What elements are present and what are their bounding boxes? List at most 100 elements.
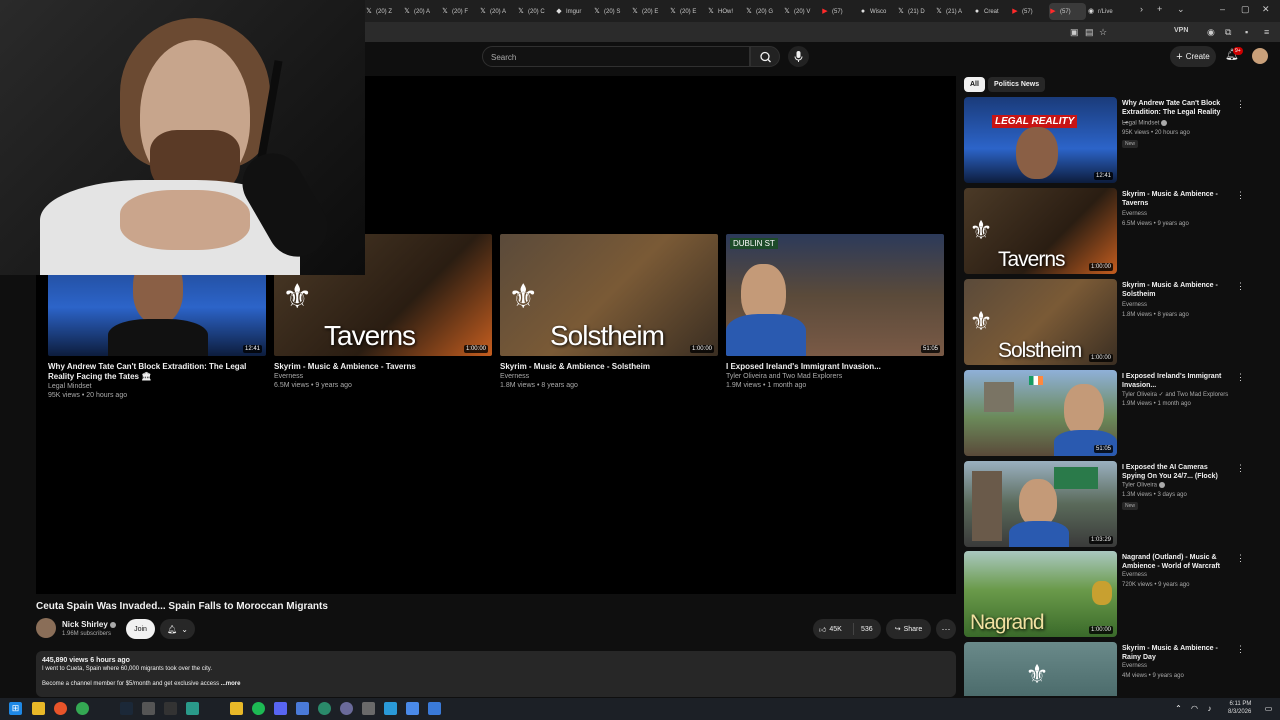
recommendation-title[interactable]: Nagrand (Outland) - Music & Ambience - W… — [1122, 553, 1227, 571]
end-card-title[interactable]: Skyrim - Music & Ambience - Solstheim — [500, 362, 650, 372]
recommendation-title[interactable]: I Exposed the AI Cameras Spying On You 2… — [1122, 463, 1227, 481]
notepad-icon[interactable] — [296, 702, 309, 715]
browser-tab[interactable]: 𝕏 (20) S — [593, 3, 630, 20]
app-icon[interactable] — [428, 702, 441, 715]
browser-tab[interactable]: 𝕏 HOw! — [707, 3, 744, 20]
chrome-icon[interactable] — [76, 702, 89, 715]
join-button[interactable]: Join — [126, 619, 155, 639]
spotify-icon[interactable] — [252, 702, 265, 715]
subscription-notify-button[interactable]: 🔔︎ ⌄ — [160, 619, 195, 639]
wallet-icon[interactable]: ◉ — [1207, 27, 1215, 38]
profile-icon[interactable]: ▪ — [1245, 27, 1248, 37]
edge-icon[interactable] — [318, 702, 331, 715]
browser-tab[interactable]: 𝕏 (20) V — [783, 3, 820, 20]
browser-tab[interactable]: 𝕏 (20) E — [631, 3, 668, 20]
recommendation-item[interactable]: ⚜ Skyrim - Music & Ambience - Rainy Day … — [964, 642, 1274, 696]
browser-icon[interactable] — [54, 702, 67, 715]
recommendation-thumbnail[interactable]: Nagrand 1:00:00 — [964, 551, 1117, 637]
tray-chevron-icon[interactable]: ⌃ — [1172, 702, 1185, 715]
recommendation-item[interactable]: Nagrand 1:00:00 Nagrand (Outland) - Musi… — [964, 551, 1274, 639]
more-options-icon[interactable]: ⋮ — [1236, 463, 1245, 474]
recommendation-item[interactable]: ⚜ Solstheim 1:00:00 Skyrim - Music & Amb… — [964, 279, 1274, 367]
app-icon[interactable] — [186, 702, 199, 715]
app-icon[interactable] — [406, 702, 419, 715]
notification-center-icon[interactable]: ▭ — [1262, 702, 1275, 715]
obs-icon[interactable] — [164, 702, 177, 715]
app-icon[interactable] — [362, 702, 375, 715]
more-options-icon[interactable]: ⋮ — [1236, 644, 1245, 655]
more-options-icon[interactable]: ⋮ — [1236, 281, 1245, 292]
end-card-title[interactable]: Why Andrew Tate Can't Block Extradition:… — [48, 362, 268, 382]
recommendation-thumbnail[interactable]: 1:03:29 — [964, 461, 1117, 547]
extensions-puzzle-icon[interactable]: ⧉ — [1225, 27, 1231, 38]
maximize-icon[interactable]: ▢ — [1241, 4, 1250, 15]
browser-tab[interactable]: ▶ (57) — [1049, 3, 1086, 20]
bookmark-star-icon[interactable]: ☆ — [1099, 27, 1107, 38]
more-actions-button[interactable]: ⋯ — [936, 619, 956, 639]
recommendation-thumbnail[interactable]: LEGAL REALITY 12:41 — [964, 97, 1117, 183]
browser-tab[interactable]: ◆ Imgur — [555, 3, 592, 20]
browser-tab[interactable]: 𝕏 (20) Z — [365, 3, 402, 20]
browser-tab[interactable]: ● Wisco — [859, 3, 896, 20]
more-options-icon[interactable]: ⋮ — [1236, 99, 1245, 110]
more-options-icon[interactable]: ⋮ — [1236, 190, 1245, 201]
app-icon[interactable] — [340, 702, 353, 715]
browser-tab[interactable]: 𝕏 (20) C — [517, 3, 554, 20]
recommendation-thumbnail[interactable]: ⚜ Taverns 1:00:00 — [964, 188, 1117, 274]
warning-app-icon[interactable] — [230, 702, 243, 715]
wifi-icon[interactable]: ◠ — [1188, 702, 1201, 715]
chip-all[interactable]: All — [964, 77, 985, 92]
create-button[interactable]: + Create — [1170, 46, 1216, 67]
vpn-badge[interactable]: VPN — [1174, 27, 1188, 34]
channel-avatar[interactable] — [36, 618, 56, 638]
recommendation-item[interactable]: 51:05 I Exposed Ireland's Immigrant Inva… — [964, 370, 1274, 458]
browser-tab[interactable]: ▶ (57) — [1011, 3, 1048, 20]
search-button[interactable] — [750, 46, 780, 67]
show-more-link[interactable]: ...more — [221, 681, 241, 687]
photos-icon[interactable] — [384, 702, 397, 715]
user-avatar[interactable] — [1252, 48, 1268, 64]
end-card-thumbnail[interactable]: DUBLIN ST 51:05 — [726, 234, 944, 356]
extensions-icon[interactable]: ▤ — [1085, 27, 1094, 38]
share-button[interactable]: ↪ Share — [886, 619, 931, 639]
channel-name[interactable]: Nick Shirley — [62, 620, 116, 629]
search-input[interactable]: Search — [482, 46, 750, 67]
new-tab-icon[interactable]: + — [1157, 4, 1162, 14]
browser-tab[interactable]: ● Creat — [973, 3, 1010, 20]
tab-list-chevron-icon[interactable]: ⌄ — [1177, 4, 1185, 15]
more-options-icon[interactable]: ⋮ — [1236, 553, 1245, 564]
steam-icon[interactable] — [120, 702, 133, 715]
description-box[interactable]: 445,890 views 6 hours ago I went to Cuet… — [36, 651, 956, 697]
recommendation-item[interactable]: ⚜ Taverns 1:00:00 Skyrim - Music & Ambie… — [964, 188, 1274, 276]
recommendation-thumbnail[interactable]: ⚜ Solstheim 1:00:00 — [964, 279, 1117, 365]
end-card-thumbnail[interactable]: ⚜ Solstheim 1:00:00 — [500, 234, 718, 356]
browser-tab[interactable]: 𝕏 (20) E — [669, 3, 706, 20]
recommendation-title[interactable]: Skyrim - Music & Ambience - Rainy Day — [1122, 644, 1227, 662]
browser-tab[interactable]: 𝕏 (21) A — [935, 3, 972, 20]
browser-tab[interactable]: ▶ (57) — [821, 3, 858, 20]
system-clock[interactable]: 6:11 PM 8/3/2026 — [1228, 700, 1251, 716]
browser-tab[interactable]: 𝕏 (20) A — [403, 3, 440, 20]
chip-politics-news[interactable]: Politics News — [988, 77, 1046, 92]
comments-count[interactable]: 536 — [854, 626, 873, 633]
windows-start-icon[interactable]: ⊞ — [9, 702, 22, 715]
browser-menu-icon[interactable]: ≡ — [1264, 27, 1269, 37]
recommendation-item[interactable]: 1:03:29 I Exposed the AI Cameras Spying … — [964, 461, 1274, 549]
end-card-title[interactable]: Skyrim - Music & Ambience - Taverns — [274, 362, 416, 372]
file-explorer-icon[interactable] — [32, 702, 45, 715]
tab-scroll-icon[interactable]: › — [1140, 4, 1143, 14]
app-icon[interactable] — [142, 702, 155, 715]
browser-tab[interactable]: 𝕏 (20) F — [441, 3, 478, 20]
end-card-title[interactable]: I Exposed Ireland's Immigrant Invasion..… — [726, 362, 881, 372]
browser-tab[interactable]: 𝕏 (20) A — [479, 3, 516, 20]
screenshot-icon[interactable]: ▣ — [1070, 27, 1079, 38]
minimize-icon[interactable]: – — [1220, 4, 1225, 14]
recommendation-thumbnail[interactable]: 51:05 — [964, 370, 1117, 456]
discord-icon[interactable] — [274, 702, 287, 715]
more-options-icon[interactable]: ⋮ — [1236, 372, 1245, 383]
browser-tab[interactable]: 𝕏 (20) G — [745, 3, 782, 20]
recommendation-title[interactable]: I Exposed Ireland's Immigrant Invasion..… — [1122, 372, 1227, 390]
voice-search-button[interactable] — [788, 46, 809, 67]
like-button[interactable]: 👍︎ 45K — [813, 623, 854, 635]
browser-tab[interactable]: ◉ r/Live — [1087, 3, 1124, 20]
